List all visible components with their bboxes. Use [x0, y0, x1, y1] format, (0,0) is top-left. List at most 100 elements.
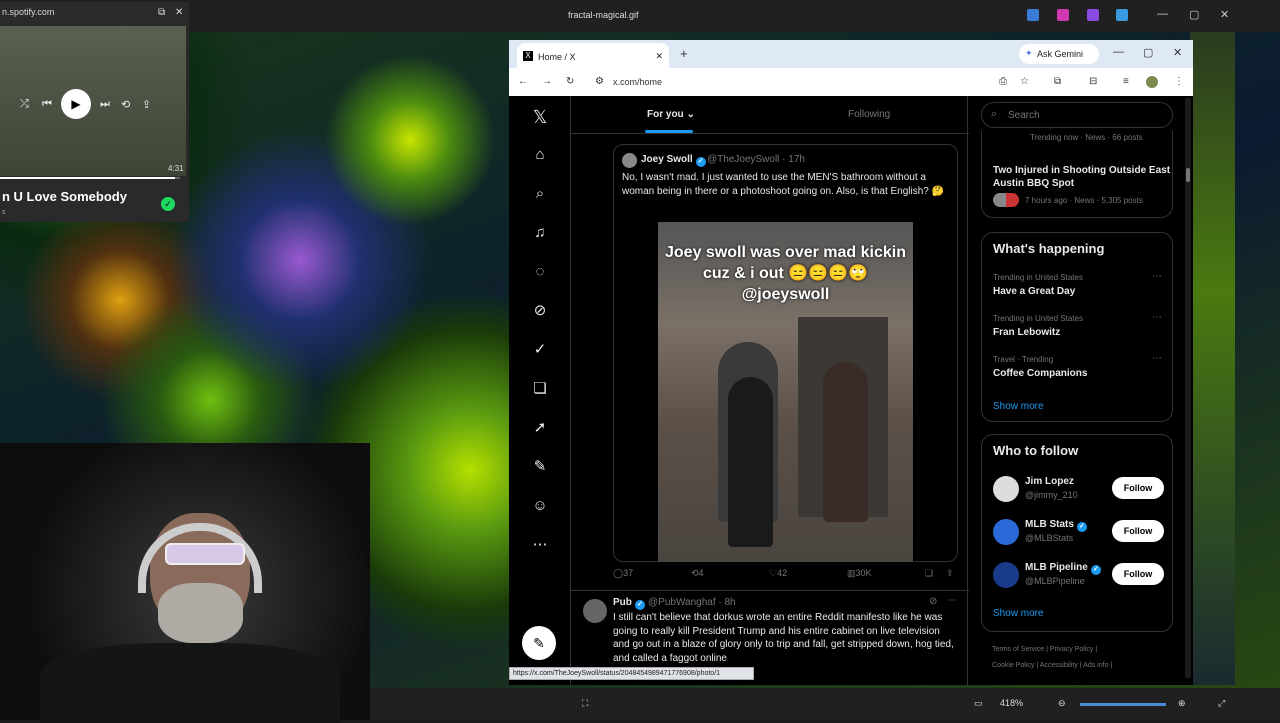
- home-icon[interactable]: ⌂: [529, 144, 551, 166]
- trend-title[interactable]: Fran Lebowitz: [993, 327, 1060, 338]
- close-icon[interactable]: ✕: [175, 7, 183, 18]
- follow-button[interactable]: Follow: [1112, 520, 1164, 542]
- popout-icon[interactable]: ⧉: [158, 7, 165, 18]
- ask-gemini-button[interactable]: ✦ Ask Gemini: [1019, 44, 1099, 64]
- fit-icon[interactable]: ▭: [974, 698, 983, 709]
- grok-icon[interactable]: ⊘: [529, 300, 551, 322]
- profile-avatar[interactable]: [1146, 76, 1158, 88]
- like-button[interactable]: ♡ 42: [769, 568, 787, 579]
- tweet-card[interactable]: Joey Swoll ✓ @TheJoeySwoll · 17h No, I wa…: [613, 144, 958, 562]
- fullscreen-icon[interactable]: ⤢: [1218, 698, 1225, 709]
- avatar[interactable]: [622, 153, 637, 168]
- repost-button[interactable]: ⟲ 4: [691, 568, 704, 579]
- avatar[interactable]: [583, 599, 607, 623]
- author-handle[interactable]: @TheJoeySwoll · 17h: [707, 154, 805, 165]
- next-icon[interactable]: ⏭: [100, 98, 110, 111]
- show-more-link[interactable]: Show more: [993, 401, 1044, 412]
- more-icon[interactable]: ⋯: [1152, 271, 1162, 282]
- clipchamp-icon[interactable]: [1087, 9, 1099, 21]
- site-info-icon[interactable]: ⚙: [595, 76, 604, 87]
- tweet-media-image[interactable]: Joey swoll was over mad kickin cuz & i o…: [658, 222, 913, 562]
- views-button[interactable]: ▥ 30K: [847, 568, 872, 579]
- status-url: https://x.com/TheJoeySwoll/status/204845…: [509, 667, 754, 680]
- back-icon[interactable]: ←: [518, 76, 528, 87]
- saved-check-icon[interactable]: ✓: [161, 197, 175, 211]
- x-logo-icon[interactable]: 𝕏: [529, 106, 551, 128]
- tab-search-icon[interactable]: ⊟: [1089, 76, 1097, 87]
- tab-following[interactable]: Following: [848, 109, 890, 120]
- more-icon[interactable]: ⋯: [947, 595, 957, 606]
- edit-icon[interactable]: [1027, 9, 1039, 21]
- trend-title[interactable]: Two Injured in Shooting Outside East Aus…: [993, 164, 1173, 190]
- follow-name[interactable]: MLB Stats ✓: [1025, 519, 1087, 532]
- search-icon[interactable]: ⌕: [529, 183, 551, 205]
- follow-button[interactable]: Follow: [1112, 477, 1164, 499]
- author-name[interactable]: Joey Swoll ✓: [641, 154, 706, 167]
- notifications-icon[interactable]: ♫: [529, 222, 551, 244]
- close-icon[interactable]: ✕: [1220, 8, 1229, 21]
- tab-for-you[interactable]: For you ⌄: [647, 109, 695, 120]
- scrollbar-thumb[interactable]: [1186, 168, 1190, 182]
- footer-links[interactable]: Cookie Policy | Accessibility | Ads info…: [992, 662, 1112, 669]
- bookmarks-icon[interactable]: ❏: [529, 378, 551, 400]
- repeat-icon[interactable]: ⟲: [121, 98, 130, 111]
- follow-button[interactable]: Follow: [1112, 563, 1164, 585]
- close-tab-icon[interactable]: ✕: [655, 51, 663, 62]
- author-handle[interactable]: @PubWanghaf · 8h: [648, 597, 736, 608]
- zoom-in-icon[interactable]: ⊕: [1178, 698, 1186, 709]
- shuffle-icon[interactable]: ⤮: [20, 98, 29, 111]
- close-icon[interactable]: ✕: [1173, 46, 1182, 59]
- play-button[interactable]: ▶: [61, 89, 91, 119]
- zoom-out-icon[interactable]: ⊖: [1058, 698, 1066, 709]
- maximize-icon[interactable]: ▢: [1189, 8, 1199, 21]
- previous-icon[interactable]: ⏮: [42, 98, 52, 111]
- bookmark-icon[interactable]: ❏: [925, 568, 933, 579]
- crop-icon[interactable]: ⛶: [582, 698, 588, 709]
- more-icon[interactable]: ⋯: [1152, 353, 1162, 364]
- zoom-slider[interactable]: [1080, 703, 1166, 706]
- bookmark-star-icon[interactable]: ☆: [1020, 76, 1029, 87]
- minimize-icon[interactable]: —: [1157, 8, 1168, 20]
- menu-icon[interactable]: ⋮: [1174, 76, 1184, 87]
- new-tab-icon[interactable]: +: [680, 46, 688, 61]
- grok-icon[interactable]: ⊘: [929, 596, 937, 607]
- more-icon[interactable]: ⋯: [529, 534, 551, 556]
- x-logo-icon: X: [523, 51, 533, 61]
- footer-links[interactable]: Terms of Service | Privacy Policy |: [992, 646, 1097, 653]
- follow-name[interactable]: MLB Pipeline ✓: [1025, 562, 1101, 575]
- effects-icon[interactable]: [1057, 9, 1069, 21]
- progress-bar[interactable]: [0, 177, 180, 179]
- show-more-link[interactable]: Show more: [993, 608, 1044, 619]
- avatar[interactable]: [993, 476, 1019, 502]
- jobs-icon[interactable]: ➚: [529, 417, 551, 439]
- reply-button[interactable]: ◯ 37: [613, 568, 633, 579]
- minimize-icon[interactable]: —: [1113, 46, 1124, 58]
- share-icon[interactable]: ⇪: [142, 98, 151, 111]
- trend-title[interactable]: Coffee Companions: [993, 368, 1087, 379]
- media-icon[interactable]: ≡: [1123, 76, 1129, 87]
- zoom-level[interactable]: 418%: [1000, 698, 1023, 708]
- install-icon[interactable]: ⎙: [999, 76, 1007, 87]
- maximize-icon[interactable]: ▢: [1143, 46, 1153, 59]
- forward-icon[interactable]: →: [542, 76, 552, 87]
- avatar[interactable]: [993, 519, 1019, 545]
- messages-icon[interactable]: ◌: [529, 261, 551, 283]
- url-field[interactable]: x.com/home: [613, 77, 662, 87]
- author-name[interactable]: Pub ✓: [613, 597, 645, 610]
- avatar[interactable]: [993, 562, 1019, 588]
- extensions-icon[interactable]: ⧉: [1054, 76, 1061, 87]
- ask-gemini-label: Ask Gemini: [1037, 49, 1084, 59]
- follow-name[interactable]: Jim Lopez: [1025, 476, 1074, 487]
- tab-home-x[interactable]: X Home / X ✕: [517, 43, 669, 68]
- share-icon[interactable]: ⇪: [946, 568, 954, 579]
- more-icon[interactable]: ⋯: [1152, 312, 1162, 323]
- reload-icon[interactable]: ↻: [566, 76, 574, 87]
- search-input[interactable]: ⌕ Search: [981, 102, 1173, 128]
- post-button[interactable]: ✎: [522, 626, 556, 660]
- scrollbar[interactable]: [1185, 98, 1191, 678]
- profile-icon[interactable]: ☺: [529, 495, 551, 517]
- articles-icon[interactable]: ✎: [529, 456, 551, 478]
- verified-icon[interactable]: ✓: [529, 339, 551, 361]
- share-icon[interactable]: [1116, 9, 1128, 21]
- trend-title[interactable]: Have a Great Day: [993, 286, 1075, 297]
